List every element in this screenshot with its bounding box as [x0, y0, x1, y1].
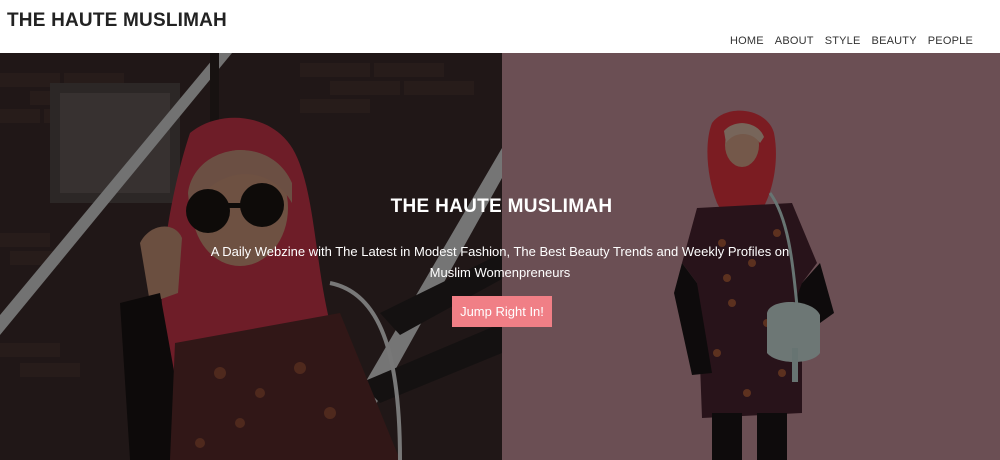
hero-content: THE HAUTE MUSLIMAH A Daily Webzine with … — [0, 53, 1000, 460]
jump-right-in-button[interactable]: Jump Right In! — [452, 296, 552, 327]
main-nav: HOME ABOUT STYLE BEAUTY PEOPLE — [730, 35, 973, 47]
site-header: THE HAUTE MUSLIMAH HOME ABOUT STYLE BEAU… — [0, 0, 1000, 53]
nav-item-about[interactable]: ABOUT — [775, 35, 814, 47]
hero-subtitle: A Daily Webzine with The Latest in Modes… — [210, 244, 790, 280]
nav-item-people[interactable]: PEOPLE — [928, 35, 973, 47]
hero-title: THE HAUTE MUSLIMAH — [390, 196, 613, 217]
hero-banner: THE HAUTE MUSLIMAH A Daily Webzine with … — [0, 53, 1000, 460]
nav-item-beauty[interactable]: BEAUTY — [872, 35, 917, 47]
nav-item-home[interactable]: HOME — [730, 35, 764, 47]
site-title[interactable]: THE HAUTE MUSLIMAH — [7, 10, 227, 32]
nav-item-style[interactable]: STYLE — [825, 35, 861, 47]
